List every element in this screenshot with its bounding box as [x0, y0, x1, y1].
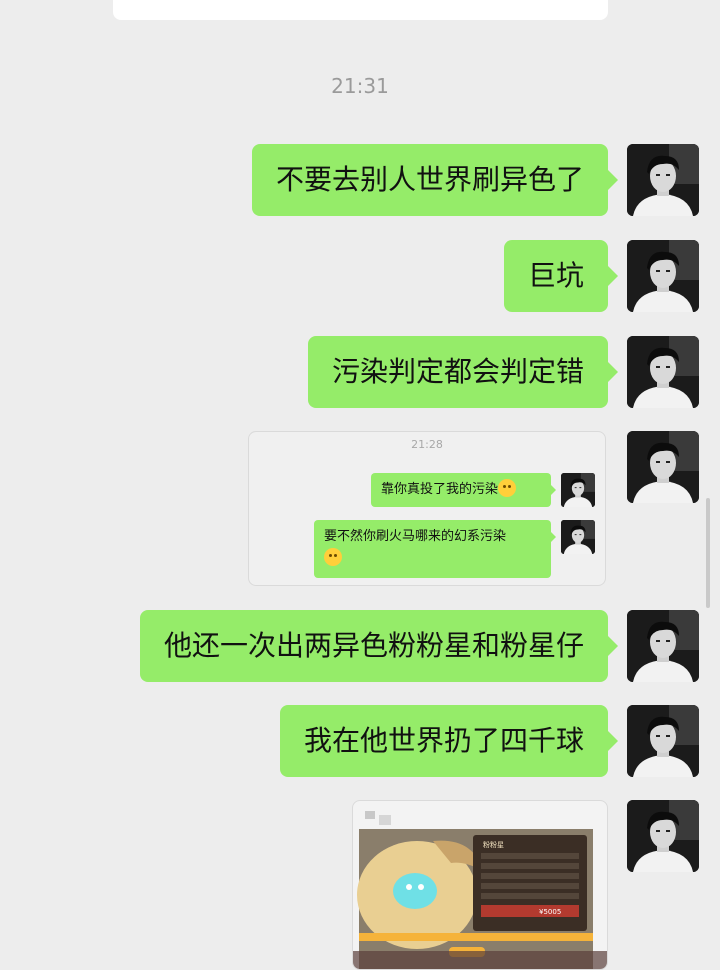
person-portrait-icon: [627, 800, 699, 872]
message-timestamp: 21:31: [331, 74, 389, 98]
forwarded-message-text: 要不然你刷火马哪来的幻系污染: [324, 529, 507, 544]
avatar[interactable]: [627, 705, 699, 777]
game-screenshot-image: 粉粉星 ¥5005: [353, 811, 607, 969]
forwarded-avatar: [561, 473, 595, 507]
message-bubble[interactable]: 巨坑: [503, 240, 619, 312]
avatar[interactable]: [627, 431, 699, 503]
person-portrait-icon: [627, 240, 699, 312]
person-portrait-icon: [561, 520, 595, 554]
forwarded-message-bubble: 靠你真投了我的污染: [371, 473, 556, 507]
person-portrait-icon: [627, 336, 699, 408]
avatar[interactable]: [627, 144, 699, 216]
message-bubble[interactable]: 他还一次出两异色粉粉星和粉星仔: [139, 610, 619, 682]
crying-laughing-emoji-icon: [498, 479, 517, 497]
forwarded-message-text: 靠你真投了我的污染: [381, 482, 499, 497]
laughing-emoji-icon: [324, 548, 342, 566]
previous-message-card[interactable]: [113, 0, 608, 20]
message-bubble[interactable]: 污染判定都会判定错: [307, 336, 619, 408]
person-portrait-icon: [627, 610, 699, 682]
message-bubble[interactable]: 我在他世界扔了四千球: [279, 705, 619, 777]
avatar[interactable]: [627, 336, 699, 408]
image-message[interactable]: 粉粉星 ¥5005: [352, 800, 608, 970]
avatar[interactable]: [627, 610, 699, 682]
avatar[interactable]: [627, 240, 699, 312]
forwarded-message-bubble: 要不然你刷火马哪来的幻系污染: [314, 520, 556, 578]
person-portrait-icon: [627, 431, 699, 503]
game-card-title: 粉粉星: [483, 840, 504, 849]
message-bubble[interactable]: 不要去别人世界刷异色了: [251, 144, 619, 216]
person-portrait-icon: [561, 473, 595, 507]
forwarded-avatar: [561, 520, 595, 554]
avatar[interactable]: [627, 800, 699, 872]
person-portrait-icon: [627, 705, 699, 777]
game-card-price: ¥5005: [539, 908, 561, 916]
forwarded-timestamp: 21:28: [411, 438, 443, 451]
scrollbar[interactable]: [706, 498, 710, 608]
person-portrait-icon: [627, 144, 699, 216]
